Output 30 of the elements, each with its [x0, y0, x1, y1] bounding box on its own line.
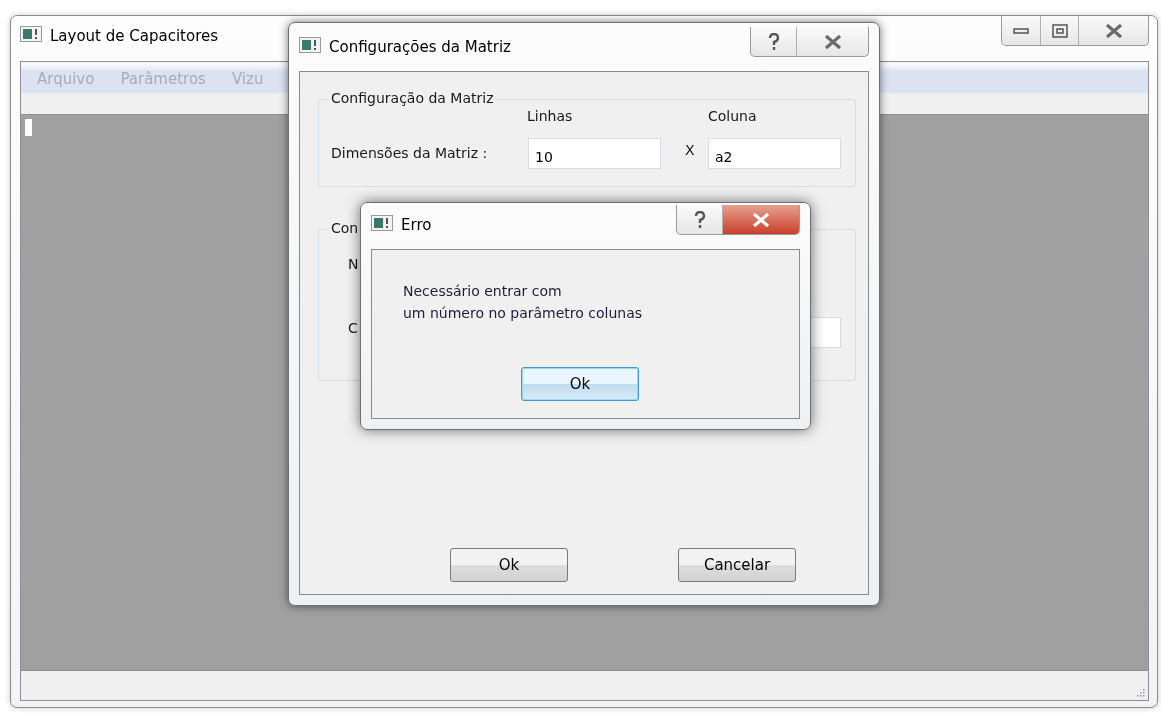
column-header: Linhas — [527, 108, 573, 124]
maximize-icon — [1051, 23, 1068, 38]
input-field[interactable]: a2 — [708, 138, 841, 169]
app-icon — [299, 37, 321, 53]
error-message: Necessário entrar com um número no parâmetro colunas — [403, 282, 643, 323]
group-title: Con — [329, 220, 361, 236]
group-title: Configuração da Matriz — [329, 90, 496, 106]
close-button[interactable] — [722, 205, 799, 234]
close-icon — [823, 34, 842, 49]
field-label: N — [348, 256, 359, 272]
dialog-title: Configurações da Matriz — [329, 37, 511, 57]
close-icon — [752, 212, 770, 227]
field-label: Dimensões da Matriz : — [331, 145, 488, 161]
resize-grip-icon — [1135, 687, 1145, 697]
ok-button[interactable]: Ok — [450, 548, 568, 582]
separator-label: X — [685, 142, 695, 158]
window-title: Layout de Capacitores — [50, 26, 218, 46]
input-field[interactable]: 10 — [528, 138, 661, 169]
cursor-mark — [25, 119, 32, 136]
dialog-title: Erro — [401, 215, 432, 235]
minimize-icon — [1013, 27, 1029, 34]
cancel-button[interactable]: Cancelar — [678, 548, 796, 582]
column-header: Coluna — [708, 108, 757, 124]
close-icon — [1104, 23, 1123, 38]
help-icon — [767, 32, 780, 51]
app-icon — [371, 215, 393, 231]
app-icon — [20, 26, 42, 42]
help-icon — [693, 210, 706, 229]
field-label: C — [348, 320, 358, 336]
ok-button[interactable]: Ok — [521, 367, 639, 401]
